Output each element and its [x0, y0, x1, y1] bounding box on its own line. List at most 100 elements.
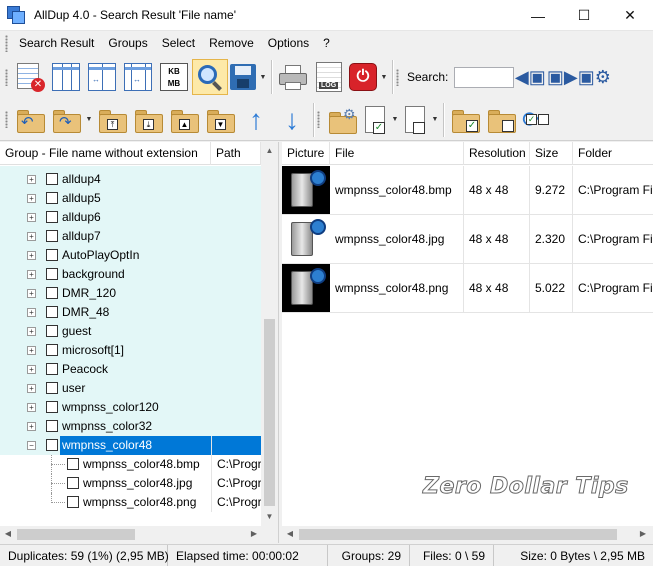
print-button[interactable] [275, 59, 311, 95]
menu-search-result[interactable]: Search Result [12, 32, 101, 55]
redo-button[interactable]: ↷ [48, 102, 84, 138]
move-down-folder-button[interactable]: ▼ [202, 102, 238, 138]
file-row[interactable]: wmpnss_color48.bmp 48 x 48 9.272 C:\Prog… [282, 166, 653, 215]
tree-file-row[interactable]: wmpnss_color48.bmp C:\Progr [0, 455, 261, 474]
collapse-icon[interactable]: − [27, 441, 36, 450]
tree-group-row[interactable]: + DMR_48 [0, 303, 261, 322]
scroll-right-icon[interactable]: ▶ [637, 529, 649, 538]
file-row[interactable]: wmpnss_color48.jpg 48 x 48 2.320 C:\Prog… [282, 215, 653, 264]
expand-icon[interactable]: + [27, 308, 36, 317]
expand-icon[interactable]: + [27, 251, 36, 260]
select-files-dropdown[interactable]: ▼ [390, 102, 400, 138]
stop-button[interactable]: ⏻ [347, 59, 379, 95]
tree-horizontal-scrollbar[interactable]: ◀ ▶ [0, 526, 278, 543]
menu-select[interactable]: Select [155, 32, 202, 55]
preview-button[interactable] [192, 59, 228, 95]
find-options-button[interactable]: ▣⚙ [578, 59, 611, 95]
move-to-top-button[interactable]: ⤒ [94, 102, 130, 138]
save-button[interactable] [228, 59, 258, 95]
expand-icon[interactable]: + [27, 346, 36, 355]
expand-icon[interactable]: + [27, 213, 36, 222]
checkbox[interactable] [46, 173, 58, 185]
move-to-bottom-button[interactable]: ⤓ [130, 102, 166, 138]
tree-group-row[interactable]: + DMR_120 [0, 284, 261, 303]
column-fit-button[interactable]: ↔ [120, 59, 156, 95]
column-header-file[interactable]: File [330, 142, 464, 165]
tree-group-row[interactable]: + alldup5 [0, 189, 261, 208]
column-header-group[interactable]: Group - File name without extension [0, 142, 211, 165]
expand-icon[interactable]: + [27, 232, 36, 241]
scroll-left-icon[interactable]: ◀ [2, 529, 14, 538]
scroll-thumb[interactable] [17, 529, 135, 540]
close-button[interactable]: ✕ [607, 0, 653, 31]
tree-group-row[interactable]: + Peacock [0, 360, 261, 379]
deselect-files-button[interactable] [400, 102, 430, 138]
tree-group-row[interactable]: + wmpnss_color32 [0, 417, 261, 436]
move-up-folder-button[interactable]: ▲ [166, 102, 202, 138]
log-button[interactable]: LOG [311, 59, 347, 95]
column-header-resolution[interactable]: Resolution [464, 142, 530, 165]
stop-dropdown[interactable]: ▼ [379, 59, 389, 95]
column-header-picture[interactable]: Picture [282, 142, 330, 165]
checkbox[interactable] [46, 382, 58, 394]
scroll-up-icon[interactable]: ▲ [261, 146, 278, 155]
menu-options[interactable]: Options [261, 32, 316, 55]
checkbox[interactable] [67, 477, 79, 489]
select-folder-button[interactable]: ✓ [447, 102, 483, 138]
checkbox[interactable] [46, 287, 58, 299]
expand-icon[interactable]: + [27, 194, 36, 203]
tree-group-row[interactable]: + alldup7 [0, 227, 261, 246]
checkbox[interactable] [46, 192, 58, 204]
size-unit-button[interactable]: KB MB [156, 59, 192, 95]
expand-icon[interactable]: + [27, 403, 36, 412]
undo-button[interactable]: ↶ [12, 102, 48, 138]
find-previous-button[interactable]: ◀▣ [514, 59, 546, 95]
deselect-folder-button[interactable] [483, 102, 519, 138]
search-input[interactable] [454, 66, 515, 88]
maximize-button[interactable]: ☐ [561, 0, 607, 31]
select-files-button[interactable]: ✓ [360, 102, 390, 138]
checkbox[interactable] [46, 306, 58, 318]
expand-icon[interactable]: + [27, 327, 36, 336]
menu-remove[interactable]: Remove [202, 32, 261, 55]
expand-icon[interactable]: + [27, 422, 36, 431]
tree-group-row[interactable]: + guest [0, 322, 261, 341]
column-header-path[interactable]: Path [211, 142, 261, 165]
tree-group-row[interactable]: + background [0, 265, 261, 284]
checkbox[interactable] [46, 230, 58, 242]
checkbox[interactable] [46, 249, 58, 261]
deselect-files-dropdown[interactable]: ▼ [430, 102, 440, 138]
expand-icon[interactable]: + [27, 270, 36, 279]
checkbox[interactable] [46, 420, 58, 432]
tree-group-row[interactable]: + microsoft[1] [0, 341, 261, 360]
tree-file-row[interactable]: wmpnss_color48.jpg C:\Progr [0, 474, 261, 493]
scroll-left-icon[interactable]: ◀ [284, 529, 296, 538]
tree-group-row[interactable]: + AutoPlayOptIn [0, 246, 261, 265]
scroll-thumb[interactable] [299, 529, 617, 540]
column-header-folder[interactable]: Folder [573, 142, 653, 165]
columns-view-button[interactable] [48, 59, 84, 95]
close-result-button[interactable]: ✕ [12, 59, 48, 95]
move-down-button[interactable]: ↓ [274, 102, 310, 138]
scroll-thumb[interactable] [264, 319, 275, 506]
tree-group-row[interactable]: + alldup6 [0, 208, 261, 227]
checkbox[interactable] [46, 363, 58, 375]
save-dropdown[interactable]: ▼ [258, 59, 268, 95]
expand-icon[interactable]: + [27, 384, 36, 393]
file-list-horizontal-scrollbar[interactable]: ◀ ▶ [282, 526, 653, 543]
move-up-button[interactable]: ↑ [238, 102, 274, 138]
expand-icon[interactable]: + [27, 175, 36, 184]
tree-file-row[interactable]: wmpnss_color48.png C:\Progr [0, 493, 261, 512]
invert-selection-button[interactable]: ⟳ ✓ [519, 102, 555, 138]
tree-group-row[interactable]: + alldup4 [0, 170, 261, 189]
checkbox[interactable] [46, 439, 58, 451]
redo-dropdown[interactable]: ▼ [84, 102, 94, 138]
scroll-down-icon[interactable]: ▼ [261, 512, 278, 521]
checkbox[interactable] [67, 496, 79, 508]
checkbox[interactable] [46, 268, 58, 280]
tree-group-row[interactable]: + wmpnss_color120 [0, 398, 261, 417]
checkbox[interactable] [67, 458, 79, 470]
column-width-button[interactable]: ↔ [84, 59, 120, 95]
expand-icon[interactable]: + [27, 365, 36, 374]
scroll-right-icon[interactable]: ▶ [248, 529, 260, 538]
